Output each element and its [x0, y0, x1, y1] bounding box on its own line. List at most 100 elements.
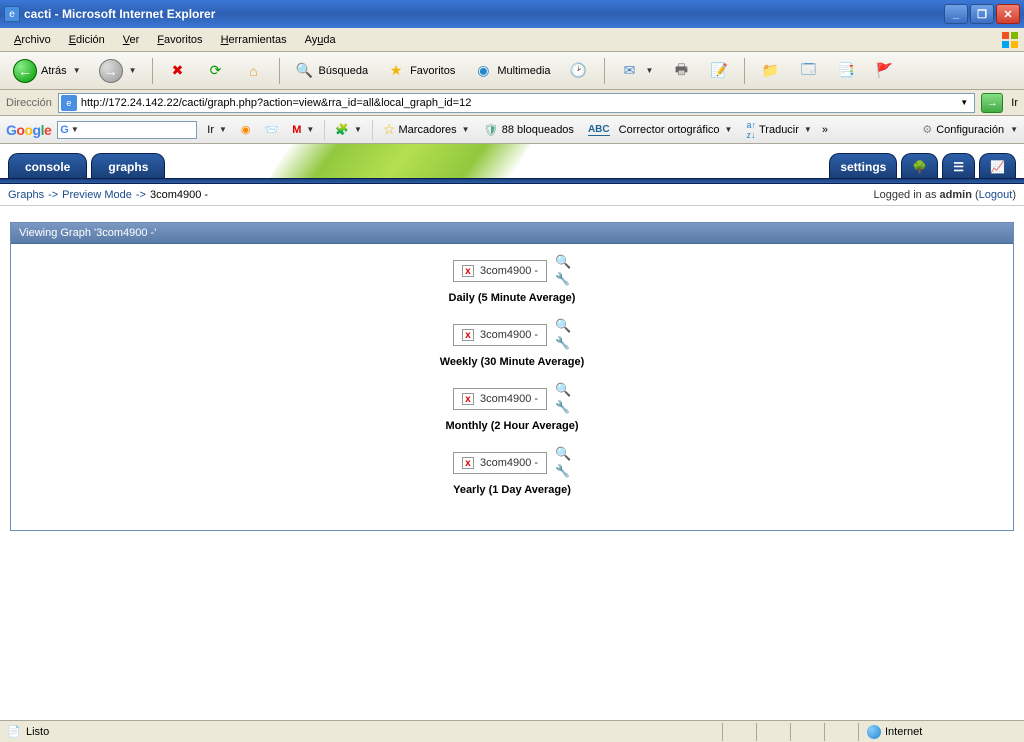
rss-icon: ◉ — [241, 123, 251, 136]
tab-console[interactable]: console — [8, 153, 87, 178]
bookmark-star-icon: ☆ — [383, 121, 396, 138]
blocker-icon: 🧩 — [335, 123, 349, 136]
menu-edicion[interactable]: Edición — [61, 32, 113, 48]
google-go-button[interactable]: Ir▼ — [203, 124, 231, 136]
broken-image-icon: x — [462, 393, 474, 405]
google-bookmarks-button[interactable]: ☆Marcadores▼ — [379, 121, 474, 138]
panel-header: Viewing Graph '3com4900 -' — [11, 223, 1013, 244]
google-mail-open-icon[interactable]: 📨 — [261, 123, 283, 136]
google-blocker-icon[interactable]: 🧩▼ — [331, 123, 366, 136]
menu-ayuda[interactable]: Ayuda — [297, 32, 344, 48]
graph-name: 3com4900 - — [480, 457, 538, 469]
status-pane-empty1 — [722, 723, 752, 741]
cacti-header: console graphs settings 🌳 ☰ 📈 — [0, 144, 1024, 178]
broken-image-icon: x — [462, 457, 474, 469]
history-button[interactable]: 🕑 — [562, 57, 596, 85]
address-dropdown[interactable]: ▼ — [956, 98, 972, 107]
tab-settings[interactable]: settings — [829, 153, 897, 178]
zoom-icon[interactable]: 🔍 — [555, 318, 571, 334]
graph-thumbnail[interactable]: x3com4900 - — [453, 260, 547, 282]
menu-ver[interactable]: Ver — [115, 32, 148, 48]
back-button[interactable]: ←Atrás▼ — [6, 57, 88, 85]
minimize-button[interactable]: _ — [944, 4, 968, 24]
tree-icon: 🌳 — [912, 160, 927, 174]
cacti-logo-swoosh — [270, 144, 530, 178]
extra-icon-1[interactable]: 📁 — [753, 57, 787, 85]
close-button[interactable]: ✕ — [996, 4, 1020, 24]
search-icon: 🔍 — [295, 61, 315, 81]
favorites-button[interactable]: ★Favoritos — [379, 57, 462, 85]
google-spellcheck-button[interactable]: ABC Corrector ortográfico▼ — [584, 124, 737, 136]
zoom-icon[interactable]: 🔍 — [555, 382, 571, 398]
go-button[interactable]: → — [981, 93, 1003, 113]
google-more-button[interactable]: » — [822, 124, 828, 136]
folder-icon: 📁 — [760, 61, 780, 81]
tab-list-view[interactable]: ☰ — [942, 153, 975, 178]
tab-preview-view[interactable]: 📈 — [979, 153, 1016, 178]
window-icon: 🗔 — [798, 61, 818, 81]
extra-icon-3[interactable]: 📑 — [829, 57, 863, 85]
address-bar: Dirección e ▼ → Ir — [0, 90, 1024, 116]
graph-thumbnail[interactable]: x 3com4900 - — [453, 452, 547, 474]
google-translate-button[interactable]: a↑z↓Traducir▼ — [742, 120, 815, 140]
breadcrumb-preview[interactable]: Preview Mode — [62, 189, 132, 201]
zoom-icon[interactable]: 🔍 — [555, 446, 571, 462]
media-icon: ◉ — [473, 61, 493, 81]
google-gmail-button[interactable]: M▼ — [288, 124, 318, 136]
status-page-icon: 📄 — [6, 724, 22, 740]
home-icon: ⌂ — [244, 61, 264, 81]
page-content: console graphs settings 🌳 ☰ 📈 Graphs -> … — [0, 144, 1024, 720]
menu-herramientas[interactable]: Herramientas — [213, 32, 295, 48]
multimedia-button[interactable]: ◉Multimedia — [466, 57, 557, 85]
forward-button[interactable]: →▼ — [92, 57, 144, 85]
status-text: Listo — [26, 726, 49, 738]
graph-thumbnail[interactable]: x3com4900 - — [453, 324, 547, 346]
search-button[interactable]: 🔍Búsqueda — [288, 57, 376, 85]
edit-button[interactable]: 📝 — [702, 57, 736, 85]
google-popups-button[interactable]: 🛡88 bloqueados — [480, 123, 578, 137]
google-logo: Google — [6, 122, 51, 138]
breadcrumb: Graphs -> Preview Mode -> 3com4900 - Log… — [0, 184, 1024, 206]
broken-image-icon: x — [462, 329, 474, 341]
tab-tree-view[interactable]: 🌳 — [901, 153, 938, 178]
home-button[interactable]: ⌂ — [237, 57, 271, 85]
graph-thumbnail[interactable]: x 3com4900 - — [453, 388, 547, 410]
google-feed-icon[interactable]: ◉ — [237, 123, 255, 136]
extra-icon-2[interactable]: 🗔 — [791, 57, 825, 85]
gear-icon: ⚙ — [922, 123, 932, 136]
wrench-icon[interactable]: 🔧 — [555, 272, 571, 288]
mail-button[interactable]: ✉▼ — [613, 57, 661, 85]
google-config-button[interactable]: ⚙Configuración▼ — [922, 123, 1018, 136]
google-toolbar: Google G▼ Ir▼ ◉ 📨 M▼ 🧩▼ ☆Marcadores▼ 🛡88… — [0, 116, 1024, 144]
graph-panel: Viewing Graph '3com4900 -' x 3com4900 - 🔍 🔧… — [10, 222, 1014, 531]
status-bar: 📄 Listo Internet — [0, 720, 1024, 742]
breadcrumb-graphs[interactable]: Graphs — [8, 189, 44, 201]
ie-icon: e — [4, 6, 20, 22]
globe-icon — [867, 725, 881, 739]
preview-icon: 📈 — [990, 160, 1005, 174]
status-pane-empty3 — [790, 723, 820, 741]
address-input-wrap[interactable]: e ▼ — [58, 93, 975, 113]
panel-body: x3com4900 -🔍🔧Daily (5 Minute Average)x3c… — [11, 244, 1013, 530]
zoom-icon[interactable]: 🔍 — [555, 254, 571, 270]
menu-favoritos[interactable]: Favoritos — [149, 32, 210, 48]
status-pane-empty4 — [824, 723, 854, 741]
logout-link[interactable]: Logout — [979, 189, 1013, 201]
graph-name: 3com4900 - — [480, 393, 538, 405]
open-mail-icon: 📨 — [265, 123, 279, 136]
tab-graphs[interactable]: graphs — [91, 153, 165, 178]
restore-button[interactable]: ❐ — [970, 4, 994, 24]
refresh-button[interactable]: ⟳ — [199, 57, 233, 85]
wrench-icon[interactable]: 🔧 — [555, 336, 571, 352]
print-button[interactable]: 🖶 — [664, 57, 698, 85]
graph-row: x3com4900 -🔍🔧Monthly (2 Hour Average) — [11, 382, 1013, 432]
extra-icon-4[interactable]: 🚩 — [867, 57, 901, 85]
address-input[interactable] — [81, 97, 956, 109]
star-icon: ★ — [386, 61, 406, 81]
google-search-box[interactable]: G▼ — [57, 121, 197, 139]
menu-archivo[interactable]: Archivo — [6, 32, 59, 48]
google-search-input[interactable] — [79, 124, 195, 136]
wrench-icon[interactable]: 🔧 — [555, 464, 571, 480]
stop-button[interactable]: ✖ — [161, 57, 195, 85]
wrench-icon[interactable]: 🔧 — [555, 400, 571, 416]
